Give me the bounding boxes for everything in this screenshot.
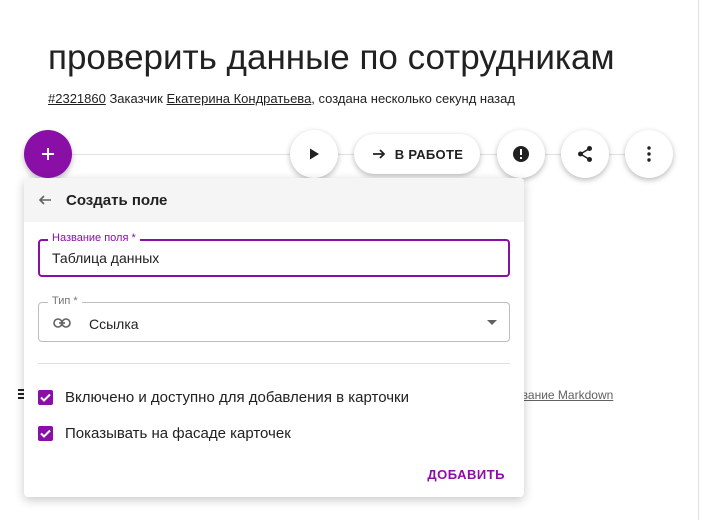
status-button[interactable]: В РАБОТЕ xyxy=(354,134,480,174)
panel-title: Создать поле xyxy=(66,191,168,209)
facade-checkbox-label: Показывать на фасаде карточек xyxy=(65,425,291,442)
share-button[interactable] xyxy=(561,130,609,178)
back-button[interactable] xyxy=(36,191,54,209)
more-button[interactable] xyxy=(625,130,673,178)
add-fab-button[interactable] xyxy=(24,130,72,178)
link-icon xyxy=(53,315,71,333)
arrow-right-icon xyxy=(372,149,386,159)
field-name-input[interactable]: Название поля * Таблица данных xyxy=(38,232,510,277)
enabled-checkbox[interactable] xyxy=(38,390,53,405)
field-name-label: Название поля * xyxy=(48,232,140,244)
task-id-link[interactable]: #2321860 xyxy=(48,91,106,106)
share-icon xyxy=(578,146,592,162)
customer-label: Заказчик xyxy=(105,91,167,106)
field-name-value[interactable]: Таблица данных xyxy=(52,250,159,266)
field-type-label: Тип * xyxy=(48,295,82,307)
chevron-down-icon[interactable] xyxy=(487,320,497,325)
task-title[interactable]: проверить данные по сотрудникам xyxy=(48,38,615,78)
markdown-link[interactable]: ование Markdown xyxy=(515,388,613,402)
facade-checkbox[interactable] xyxy=(38,426,53,441)
facade-checkbox-row[interactable]: Показывать на фасаде карточек xyxy=(38,425,291,442)
enabled-checkbox-label: Включено и доступно для добавления в кар… xyxy=(65,389,409,406)
alert-button[interactable] xyxy=(497,130,545,178)
alert-icon xyxy=(513,146,529,162)
create-field-panel: Создать поле Название поля * Таблица дан… xyxy=(24,178,524,497)
page-edge-divider xyxy=(698,0,699,520)
play-icon xyxy=(310,148,319,160)
arrow-back-icon xyxy=(38,195,51,205)
status-label: В РАБОТЕ xyxy=(394,146,464,162)
add-button[interactable]: ДОБАВИТЬ xyxy=(427,467,505,482)
field-type-select[interactable]: Тип * Ссылка xyxy=(38,295,510,342)
plus-icon xyxy=(42,148,54,160)
play-button[interactable] xyxy=(290,130,338,178)
customer-name-link[interactable]: Екатерина Кондратьева xyxy=(166,91,311,106)
panel-header: Создать поле xyxy=(24,178,524,222)
panel-divider xyxy=(38,363,510,364)
more-vert-icon xyxy=(647,146,651,162)
check-icon xyxy=(40,429,51,438)
field-type-value: Ссылка xyxy=(89,316,139,332)
check-icon xyxy=(40,393,51,402)
created-text: , создана несколько секунд назад xyxy=(311,91,515,106)
enabled-checkbox-row[interactable]: Включено и доступно для добавления в кар… xyxy=(38,389,409,406)
task-meta: #2321860 Заказчик Екатерина Кондратьева,… xyxy=(48,91,515,106)
